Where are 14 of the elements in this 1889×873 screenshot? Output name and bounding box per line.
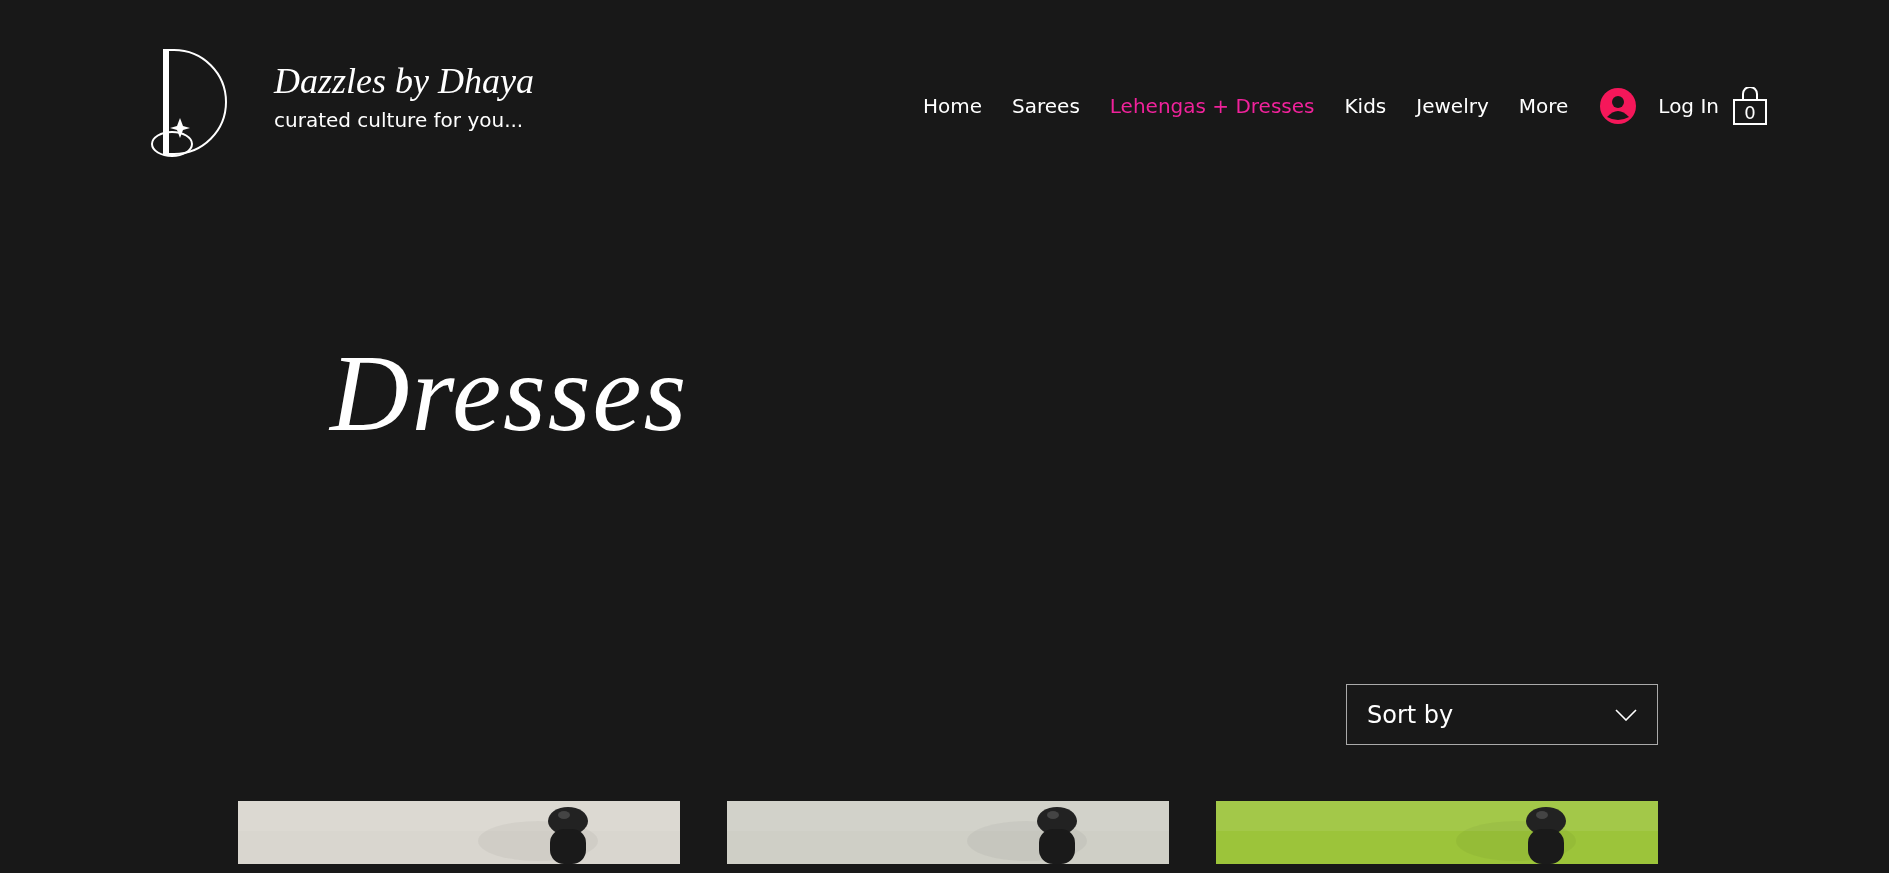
brand-tagline: curated culture for you... [274, 108, 525, 132]
chevron-down-icon [1615, 708, 1637, 721]
nav-link[interactable]: Home [923, 94, 983, 118]
nav-link[interactable]: Jewelry [1416, 94, 1489, 118]
nav-link[interactable]: More [1518, 94, 1569, 118]
nav-link[interactable]: Kids [1344, 94, 1387, 118]
user-avatar-icon[interactable] [1600, 88, 1637, 124]
login-link[interactable]: Log In [1658, 94, 1719, 118]
bag-handle-icon [1740, 87, 1760, 99]
nav-link[interactable]: Lehengas + Dresses [1109, 94, 1315, 118]
nav-link[interactable]: Sarees [1012, 94, 1080, 118]
brand-name[interactable]: Dazzles by Dhaya [274, 60, 534, 102]
sort-dropdown[interactable]: Sort by [1346, 684, 1658, 745]
page-title: Dresses [330, 338, 690, 448]
